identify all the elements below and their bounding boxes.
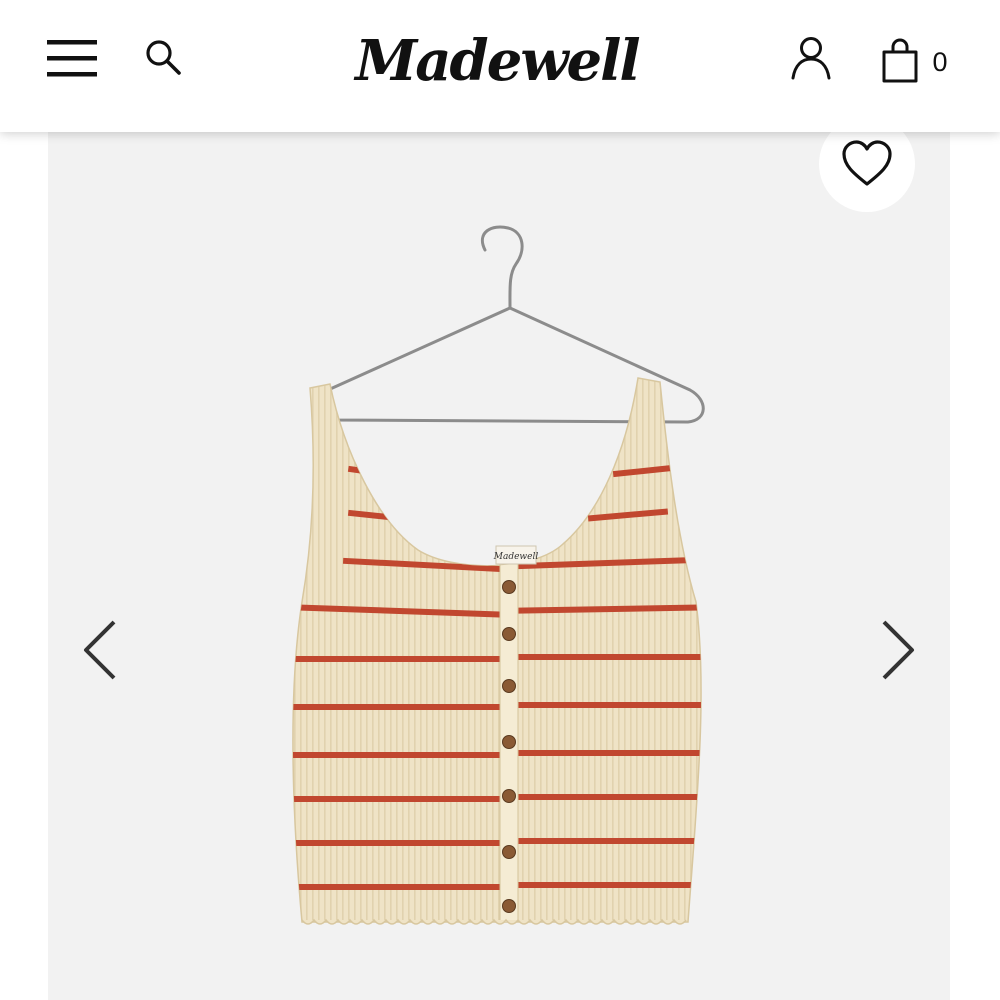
brand-logo-text: Madewell [353, 28, 639, 94]
bag-count: 0 [932, 46, 948, 77]
account-button[interactable] [784, 30, 838, 86]
heart-outline-icon [842, 140, 892, 186]
brand-logo[interactable]: Madewell [345, 18, 650, 110]
madewell-wordmark: Madewell [353, 28, 641, 94]
account-icon [791, 37, 831, 80]
site-header: Madewell 0 [0, 0, 1000, 132]
product-image-gallery[interactable]: Madewell [48, 132, 950, 1000]
menu-button[interactable] [44, 30, 102, 86]
chevron-left-icon [84, 620, 116, 680]
chevron-right-icon [882, 620, 914, 680]
hamburger-menu-icon [47, 40, 97, 77]
previous-image-button[interactable] [80, 612, 120, 688]
search-icon [146, 40, 181, 75]
shopping-bag-button[interactable]: 0 [872, 30, 956, 92]
neck-label-text: Madewell [493, 552, 539, 562]
shopping-bag-icon [882, 38, 918, 83]
search-button[interactable] [138, 30, 190, 86]
next-image-button[interactable] [878, 612, 918, 688]
product-image: Madewell [292, 225, 705, 925]
tank-top: Madewell [292, 377, 702, 925]
